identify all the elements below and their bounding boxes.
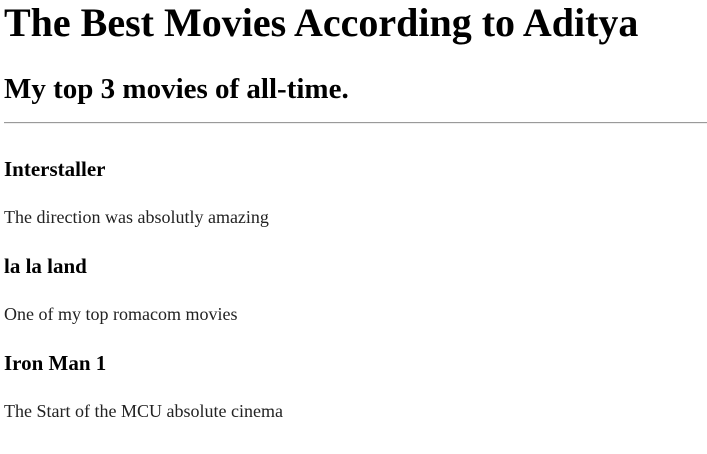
movie-description-3: The Start of the MCU absolute cinema [4,401,283,421]
divider [4,122,707,124]
page-title: The Best Movies According to Aditya [4,0,639,45]
movie-title-2: la la land [4,254,87,278]
movie-title-1: Interstaller [4,157,106,181]
movie-title-3: Iron Man 1 [4,351,107,375]
movie-description-1: The direction was absolutly amazing [4,207,269,227]
page: The Best Movies According to Aditya My t… [0,0,707,454]
page-subtitle: My top 3 movies of all-time. [4,73,349,105]
movie-description-2: One of my top romacom movies [4,304,238,324]
